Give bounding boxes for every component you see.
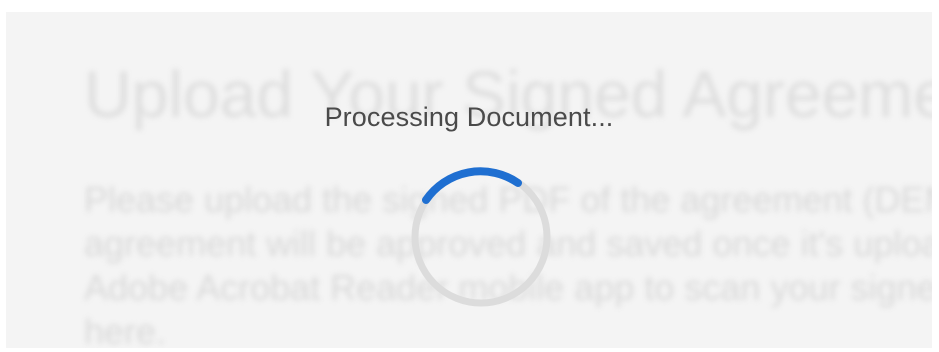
processing-message: Processing Document...	[324, 102, 614, 132]
upload-panel: Upload Your Signed Agreement Please uplo…	[6, 12, 932, 348]
loading-spinner-icon	[411, 167, 551, 307]
processing-overlay: Processing Document...	[6, 12, 932, 348]
spinner-arc	[422, 167, 522, 204]
